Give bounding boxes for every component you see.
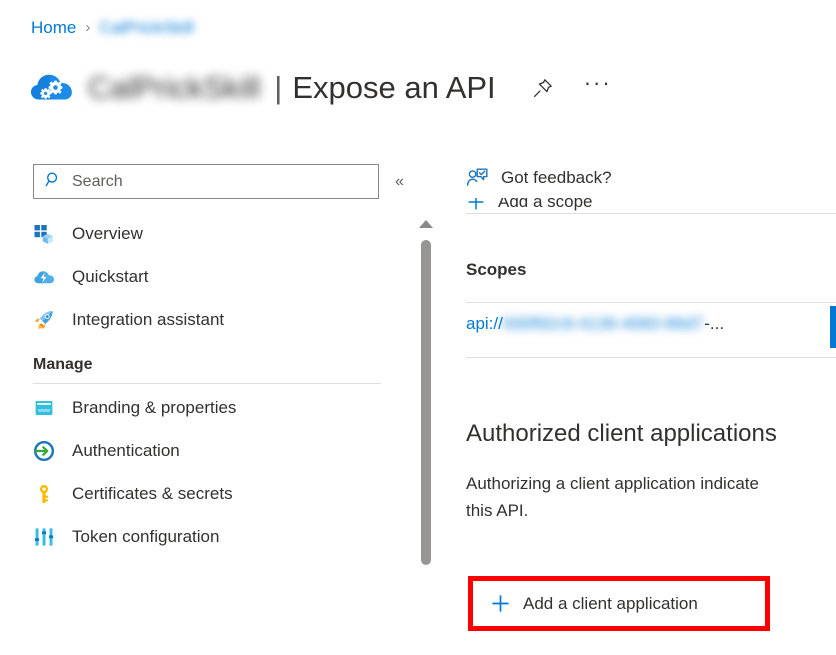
key-icon [33, 483, 55, 505]
breadcrumb-home-link[interactable]: Home [31, 17, 76, 39]
breadcrumb: Home › CalPrickSkill [31, 17, 194, 39]
authentication-arrow-icon [33, 440, 55, 462]
scope-uri-value: 930f92c9-4136-4060-86d7 [502, 314, 704, 333]
add-a-client-application-button[interactable]: Add a client application [473, 581, 765, 626]
sidebar-item-label: Certificates & secrets [72, 483, 233, 503]
search-input[interactable] [72, 172, 352, 191]
more-options-button[interactable]: ··· [584, 72, 612, 98]
sidebar-item-integration-assistant[interactable]: Integration assistant [33, 298, 385, 341]
scope-row-overflow-indicator[interactable] [830, 306, 836, 348]
page-title: Expose an API [292, 70, 496, 105]
quickstart-cloud-icon [33, 266, 55, 288]
search-icon [45, 171, 62, 193]
plus-icon [490, 593, 511, 614]
sidebar: « Overview [0, 150, 436, 655]
sidebar-item-authentication[interactable]: Authentication [33, 429, 385, 472]
scroll-up-arrow-icon[interactable] [419, 220, 433, 228]
scopes-table-row: api://930f92c9-4136-4060-86d7 -... [466, 306, 836, 348]
scope-uri-link[interactable]: api://930f92c9-4136-4060-86d7 -... [466, 314, 724, 334]
sidebar-scrollbar[interactable] [417, 220, 435, 650]
authorized-client-applications-heading: Authorized client applications [466, 420, 777, 447]
got-feedback-button[interactable]: Got feedback? [501, 168, 612, 188]
command-bar: Got feedback? [466, 158, 632, 198]
scrollbar-thumb[interactable] [421, 240, 431, 565]
add-a-client-application-label: Add a client application [523, 593, 698, 613]
sidebar-item-label: Token configuration [72, 526, 220, 546]
sidebar-item-certificates-secrets[interactable]: Certificates & secrets [33, 472, 385, 515]
page-title-app-name: CalPrickSkill [88, 70, 261, 105]
www-browser-icon: www [33, 397, 55, 419]
sidebar-item-label: Overview [72, 223, 143, 243]
collapse-sidebar-button[interactable]: « [395, 173, 404, 190]
sidebar-item-token-configuration[interactable]: Token configuration [33, 515, 385, 558]
svg-text:www: www [37, 408, 50, 414]
add-client-application-highlight: Add a client application [468, 576, 770, 631]
command-bar-divider [466, 213, 836, 214]
sidebar-item-label: Quickstart [72, 266, 149, 286]
search-box[interactable] [33, 164, 379, 199]
sidebar-item-quickstart[interactable]: Quickstart [33, 255, 385, 298]
rocket-icon [33, 309, 55, 331]
scope-uri-prefix: api:// [466, 314, 503, 333]
scope-uri-truncation: -... [704, 314, 725, 333]
sliders-icon [33, 526, 55, 548]
sidebar-item-label: Authentication [72, 440, 180, 460]
sidebar-group-title: Manage [33, 356, 93, 373]
scopes-table-header-divider [466, 302, 836, 303]
overview-grid-icon [33, 223, 55, 245]
sidebar-nav-list: Overview Quickstart Integration assistan… [33, 212, 385, 558]
sidebar-item-branding-properties[interactable]: www Branding & properties [33, 386, 385, 429]
sidebar-item-label: Branding & properties [72, 397, 237, 417]
sidebar-item-label: Integration assistant [72, 309, 225, 329]
breadcrumb-current-link[interactable]: CalPrickSkill [99, 17, 193, 39]
pin-icon[interactable] [530, 75, 556, 101]
breadcrumb-separator-icon: › [85, 19, 91, 36]
sidebar-item-overview[interactable]: Overview [33, 212, 385, 255]
page-title-divider: | [274, 70, 283, 105]
page-header: CalPrickSkill | Expose an API ··· [28, 60, 612, 116]
sidebar-search-row: « [33, 164, 404, 199]
sidebar-group-divider [33, 383, 381, 384]
cloud-gears-icon [28, 65, 74, 111]
scopes-table-row-divider [466, 357, 836, 358]
sidebar-group-manage: Manage [33, 356, 385, 384]
authorized-client-applications-description: Authorizing a client application indicat… [466, 474, 759, 520]
feedback-person-icon [466, 167, 489, 190]
scopes-heading: Scopes [466, 260, 527, 279]
main-content: Add a scope Got feedback? Scopes api://9… [466, 150, 836, 655]
